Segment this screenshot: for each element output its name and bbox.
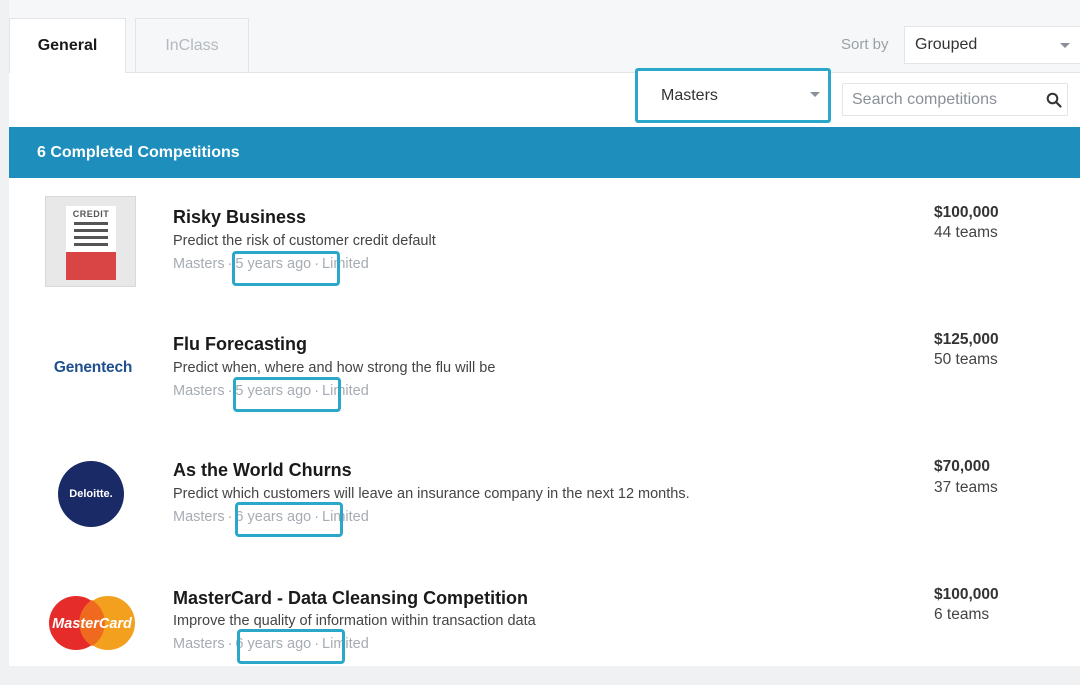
- competition-category: Masters: [173, 256, 225, 272]
- competition-row[interactable]: Deloitte. As the World Churns Predict wh…: [9, 432, 1080, 558]
- competition-prize: $125,000: [934, 331, 999, 348]
- competition-description: Predict the risk of customer credit defa…: [173, 233, 436, 249]
- competition-category: Masters: [173, 636, 225, 652]
- mastercard-logo: MasterCard: [49, 596, 135, 650]
- filter-row: Masters: [9, 68, 1080, 127]
- chevron-down-icon: [810, 92, 820, 97]
- competition-row[interactable]: CREDIT Risky Business Predict the risk o…: [9, 178, 1080, 304]
- competition-row[interactable]: Genentech Flu Forecasting Predict when, …: [9, 305, 1080, 431]
- category-select-value: Masters: [661, 87, 718, 104]
- mastercard-logo-text: MasterCard: [52, 616, 133, 632]
- completed-competitions-header: 6 Completed Competitions: [9, 127, 1080, 178]
- competition-title[interactable]: As the World Churns: [173, 460, 352, 481]
- competition-title[interactable]: Flu Forecasting: [173, 334, 307, 355]
- sort-select-value: Grouped: [915, 36, 978, 53]
- competition-row[interactable]: MasterCard MasterCard - Data Cleansing C…: [9, 559, 1080, 685]
- category-select[interactable]: Masters: [635, 68, 831, 123]
- competition-teams: 37 teams: [934, 479, 998, 496]
- competition-teams: 50 teams: [934, 351, 998, 368]
- tab-inclass[interactable]: InClass: [135, 18, 249, 72]
- competition-description: Predict which customers will leave an in…: [173, 486, 690, 502]
- sort-by-label: Sort by: [841, 36, 889, 53]
- time-highlight: [237, 629, 345, 664]
- competition-teams: 6 teams: [934, 606, 990, 623]
- search-icon[interactable]: [1046, 92, 1062, 108]
- credit-logo-label: CREDIT: [72, 209, 110, 219]
- competition-prize: $100,000: [934, 204, 999, 221]
- competition-prize: $100,000: [934, 586, 999, 603]
- tab-bar: General InClass Sort by Grouped: [9, 0, 1080, 74]
- sort-select[interactable]: Grouped: [904, 26, 1080, 64]
- competition-title[interactable]: MasterCard - Data Cleansing Competition: [173, 588, 528, 609]
- competition-description: Improve the quality of information withi…: [173, 613, 536, 629]
- credit-logo: CREDIT: [45, 196, 136, 287]
- competition-description: Predict when, where and how strong the f…: [173, 360, 496, 376]
- time-highlight: [233, 377, 341, 412]
- search-box: [842, 83, 1068, 116]
- deloitte-logo: Deloitte.: [58, 461, 124, 527]
- time-highlight: [232, 251, 340, 286]
- tab-general[interactable]: General: [9, 18, 126, 74]
- time-highlight: [235, 502, 343, 537]
- competition-teams: 44 teams: [934, 224, 998, 241]
- competition-title[interactable]: Risky Business: [173, 207, 306, 228]
- genentech-logo: Genentech: [53, 359, 133, 376]
- competitions-page: General InClass Sort by Grouped Masters …: [9, 0, 1080, 666]
- search-input[interactable]: [843, 84, 1037, 115]
- competition-category: Masters: [173, 509, 225, 525]
- competition-prize: $70,000: [934, 458, 991, 475]
- chevron-down-icon: [1060, 43, 1070, 48]
- competition-category: Masters: [173, 383, 225, 399]
